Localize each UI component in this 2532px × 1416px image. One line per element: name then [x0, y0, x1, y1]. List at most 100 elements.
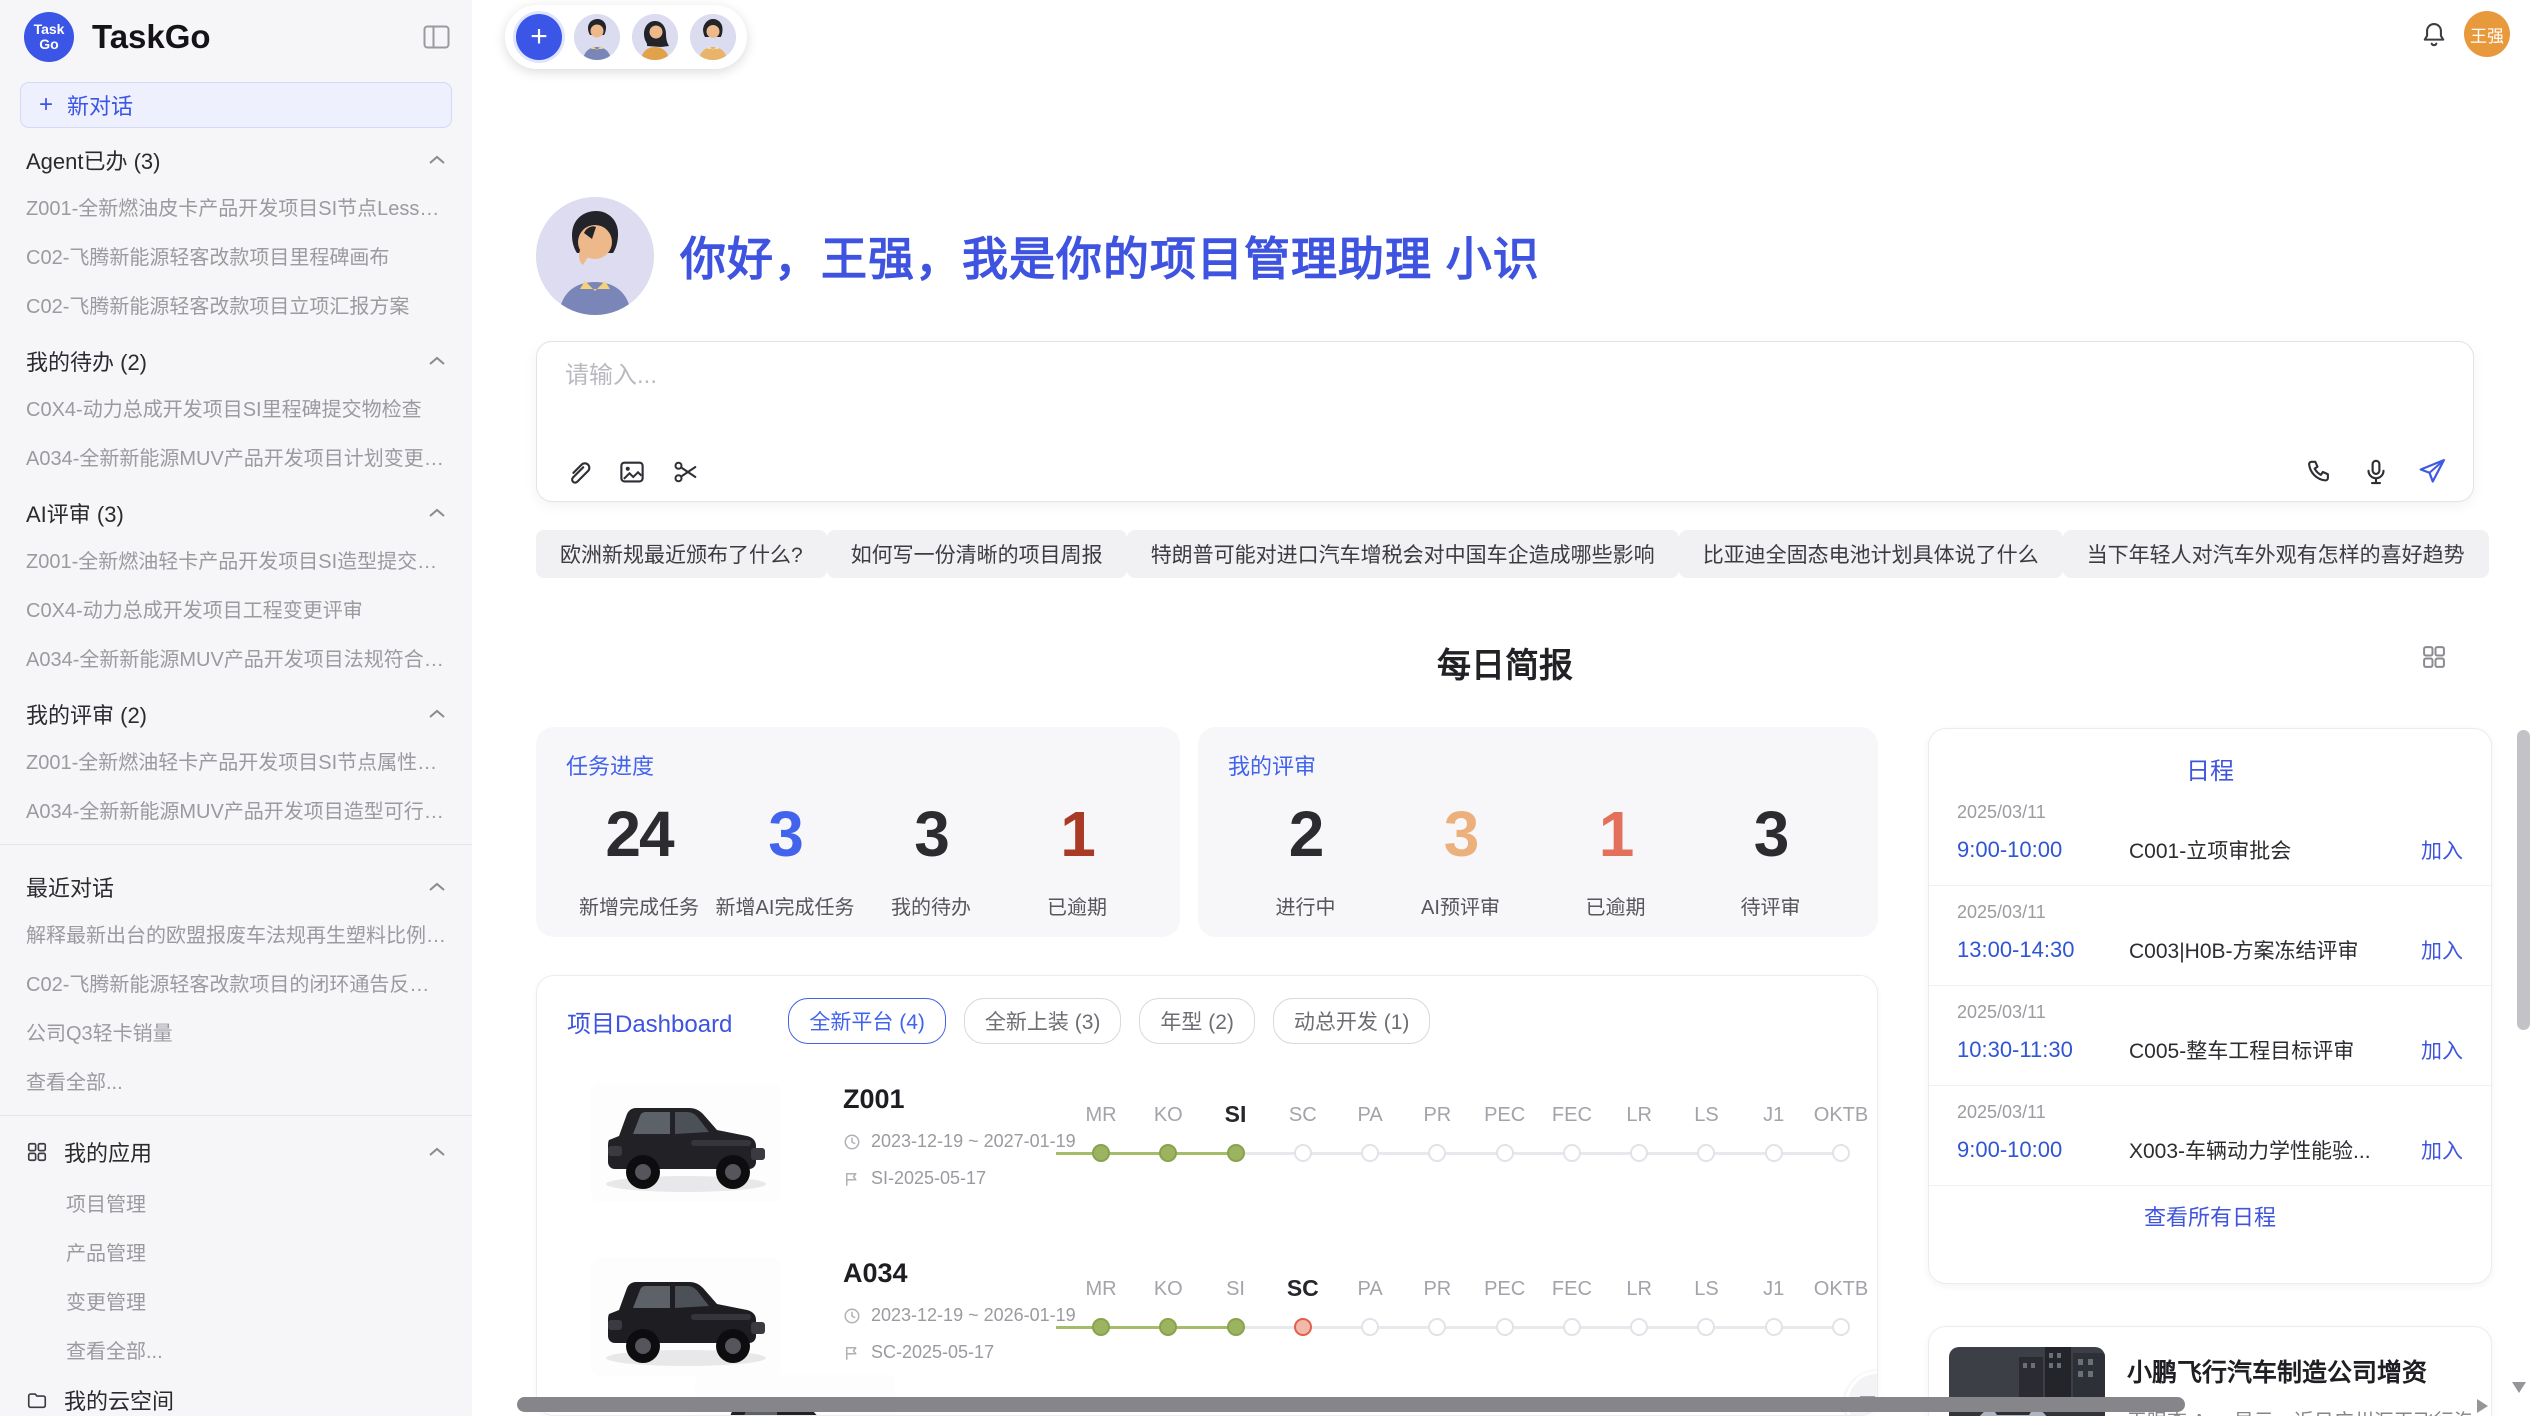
sidebar-item-view-all[interactable]: 查看全部... — [0, 1056, 472, 1105]
sidebar-group-my-review[interactable]: 我的评审 (2) — [0, 682, 472, 736]
join-link[interactable]: 加入 — [2421, 835, 2463, 865]
milestone-node[interactable] — [1765, 1318, 1783, 1336]
panel-collapse-icon[interactable] — [423, 25, 450, 49]
assistant-avatar — [536, 197, 654, 315]
agent-avatar[interactable] — [690, 14, 736, 60]
image-icon[interactable] — [617, 457, 647, 487]
milestone-node[interactable] — [1697, 1144, 1715, 1162]
milestone-node[interactable] — [1428, 1144, 1446, 1162]
vertical-scrollbar-thumb[interactable] — [2517, 730, 2530, 1030]
sidebar-item-my-apps[interactable]: 我的应用 — [0, 1126, 472, 1178]
sidebar-item[interactable]: A034-全新新能源MUV产品开发项目法规符合性评审 — [0, 633, 472, 682]
suggestion-chip[interactable]: 当下年轻人对汽车外观有怎样的喜好趋势 — [2063, 530, 2489, 578]
sidebar-item[interactable]: A034-全新新能源MUV产品开发项目造型可行性评审 — [0, 785, 472, 834]
tab-powertrain[interactable]: 动总开发 (1) — [1273, 998, 1431, 1044]
tab-new-platform[interactable]: 全新平台 (4) — [788, 998, 946, 1044]
milestone-label: LR — [1626, 1104, 1652, 1127]
sidebar-item[interactable]: C02-飞腾新能源轻客改款项目立项汇报方案 — [0, 280, 472, 329]
milestone-node[interactable] — [1361, 1318, 1379, 1336]
sidebar-item[interactable]: C0X4-动力总成开发项目SI里程碑提交物检查 — [0, 383, 472, 432]
layout-grid-icon[interactable] — [2420, 643, 2448, 671]
divider — [0, 1115, 472, 1116]
milestone-node[interactable] — [1159, 1144, 1177, 1162]
sidebar-item[interactable]: Z001-全新燃油轻卡产品开发项目SI节点属性5D文件评审 — [0, 736, 472, 785]
milestone-node[interactable] — [1361, 1144, 1379, 1162]
milestone-node[interactable] — [1496, 1144, 1514, 1162]
scroll-down-arrow[interactable] — [2512, 1382, 2526, 1393]
sidebar-item-change-mgmt[interactable]: 变更管理 — [0, 1276, 472, 1325]
join-link[interactable]: 加入 — [2421, 1035, 2463, 1065]
send-icon[interactable] — [2417, 457, 2447, 487]
project-date-range: 2023-12-19 ~ 2026-01-19 — [871, 1305, 1076, 1326]
paperclip-icon[interactable] — [563, 457, 593, 487]
stat-label: 已逾期 — [1004, 891, 1150, 920]
microphone-icon[interactable] — [2361, 457, 2391, 487]
join-link[interactable]: 加入 — [2421, 935, 2463, 965]
milestone-label: PA — [1357, 1104, 1382, 1127]
milestone-node[interactable] — [1159, 1318, 1177, 1336]
project-row-a034[interactable]: 王强 A034 2023-12-19 ~ 2026-01-19 SC-2025-… — [537, 1212, 1877, 1386]
agent-avatar[interactable] — [574, 14, 620, 60]
sidebar-group-my-todo[interactable]: 我的待办 (2) — [0, 329, 472, 383]
tab-new-body[interactable]: 全新上装 (3) — [964, 998, 1122, 1044]
add-agent-button[interactable]: + — [516, 14, 562, 60]
milestone-node[interactable] — [1294, 1144, 1312, 1162]
milestone-node[interactable] — [1092, 1144, 1110, 1162]
user-avatar[interactable]: 王强 — [2464, 11, 2510, 57]
stat-value: 1 — [1538, 797, 1693, 871]
milestone-node[interactable] — [1630, 1318, 1648, 1336]
view-all-schedule-link[interactable]: 查看所有日程 — [1929, 1186, 2491, 1232]
sidebar-group-agent-done[interactable]: Agent已办 (3) — [0, 128, 472, 182]
sidebar-item[interactable]: C02-飞腾新能源轻客改款项目的闭环通告反馈情况 — [0, 958, 472, 1007]
sidebar-item[interactable]: 解释最新出台的欧盟报废车法规再生塑料比例被调至15%... — [0, 909, 472, 958]
suggestion-chip[interactable]: 欧洲新规最近颁布了什么? — [536, 530, 827, 578]
new-chat-button[interactable]: + 新对话 — [20, 82, 452, 128]
notification-bell-icon[interactable] — [2420, 20, 2448, 50]
suggestion-chip[interactable]: 特朗普可能对进口汽车增税会对中国车企造成哪些影响 — [1127, 530, 1679, 578]
schedule-date: 2025/03/11 — [1957, 902, 2463, 923]
agent-avatar[interactable] — [632, 14, 678, 60]
timeline-progress — [1056, 1326, 1236, 1329]
tab-model-year[interactable]: 年型 (2) — [1139, 998, 1255, 1044]
milestone-node[interactable] — [1832, 1318, 1850, 1336]
milestone-node[interactable] — [1227, 1144, 1245, 1162]
sidebar-item-project-mgmt[interactable]: 项目管理 — [0, 1178, 472, 1227]
suggestion-chip[interactable]: 比亚迪全固态电池计划具体说了什么 — [1679, 530, 2063, 578]
milestone-node[interactable] — [1765, 1144, 1783, 1162]
sidebar-item-product-mgmt[interactable]: 产品管理 — [0, 1227, 472, 1276]
join-link[interactable]: 加入 — [2421, 1135, 2463, 1165]
milestone-node[interactable] — [1563, 1144, 1581, 1162]
milestone-node[interactable] — [1697, 1318, 1715, 1336]
plus-icon: + — [530, 20, 548, 54]
milestone-node[interactable] — [1630, 1144, 1648, 1162]
project-row-z001[interactable]: 王强 Z001 2023-12-19 ~ 2027-01-19 SI-2025-… — [537, 1048, 1877, 1212]
sidebar-group-ai-review[interactable]: AI评审 (3) — [0, 481, 472, 535]
sidebar-item[interactable]: Z001-全新燃油轻卡产品开发项目SI造型提交物评审 — [0, 535, 472, 584]
milestone-node[interactable] — [1092, 1318, 1110, 1336]
sidebar-header: Task Go TaskGo — [0, 0, 472, 62]
sidebar-item-apps-view-all[interactable]: 查看全部... — [0, 1325, 472, 1374]
phone-icon[interactable] — [2305, 457, 2335, 487]
scissors-icon[interactable] — [671, 457, 701, 487]
sidebar-item[interactable]: Z001-全新燃油皮卡产品开发项目SI节点Lesson Learn报告 — [0, 182, 472, 231]
milestone-node[interactable] — [1227, 1318, 1245, 1336]
sidebar-item[interactable]: A034-全新新能源MUV产品开发项目计划变更表编写 — [0, 432, 472, 481]
milestone-node[interactable] — [1294, 1318, 1312, 1336]
milestone-node[interactable] — [1496, 1318, 1514, 1336]
dashboard-tabs: 全新平台 (4) 全新上装 (3) 年型 (2) 动总开发 (1) — [788, 998, 1430, 1044]
scroll-right-arrow[interactable] — [2477, 1399, 2488, 1413]
milestone-node[interactable] — [1563, 1318, 1581, 1336]
suggestion-chip[interactable]: 如何写一份清晰的项目周报 — [827, 530, 1127, 578]
sidebar-item[interactable]: 公司Q3轻卡销量 — [0, 1007, 472, 1056]
group-title: 我的待办 (2) — [26, 345, 147, 377]
sidebar-group-recent[interactable]: 最近对话 — [0, 855, 472, 909]
chat-input[interactable] — [565, 362, 2445, 390]
sidebar-item[interactable]: C0X4-动力总成开发项目工程变更评审 — [0, 584, 472, 633]
flag-icon — [843, 1170, 861, 1188]
agent-avatars-pill: + — [505, 5, 747, 69]
sidebar-item-cloud-space[interactable]: 我的云空间 — [0, 1374, 472, 1416]
milestone-node[interactable] — [1428, 1318, 1446, 1336]
sidebar-item[interactable]: C02-飞腾新能源轻客改款项目里程碑画布 — [0, 231, 472, 280]
milestone-node[interactable] — [1832, 1144, 1850, 1162]
horizontal-scrollbar-thumb[interactable] — [517, 1397, 2185, 1412]
